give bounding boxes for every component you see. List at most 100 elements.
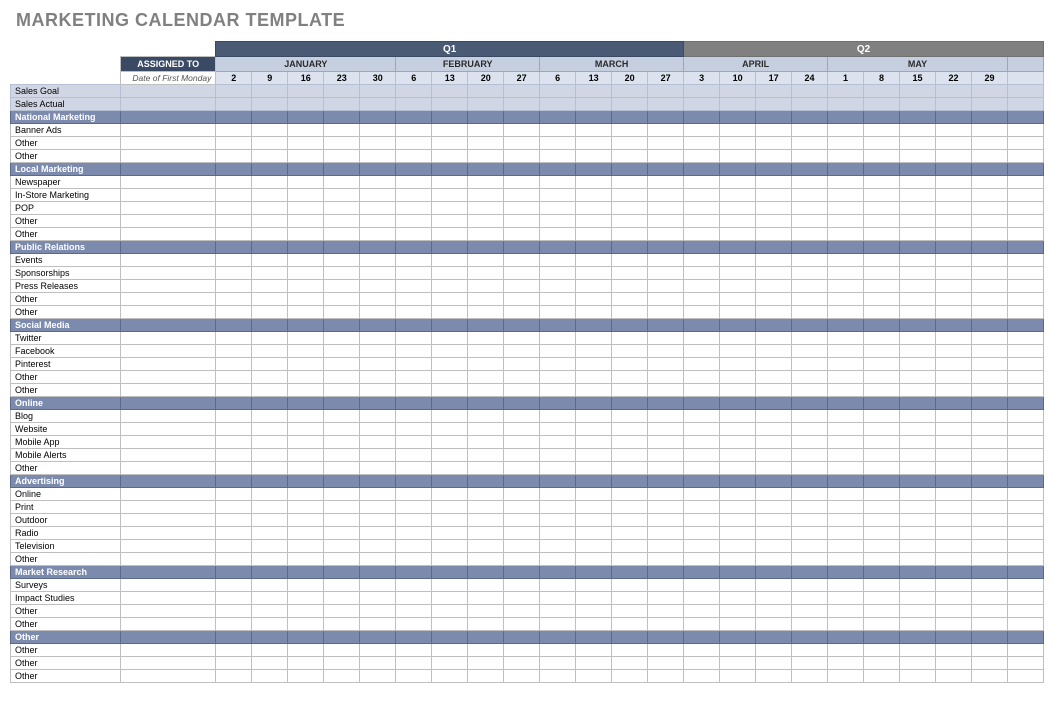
grid-cell[interactable] bbox=[1007, 228, 1043, 241]
grid-cell[interactable] bbox=[864, 579, 900, 592]
grid-cell[interactable] bbox=[684, 644, 720, 657]
grid-cell[interactable] bbox=[216, 566, 252, 579]
grid-cell[interactable] bbox=[756, 553, 792, 566]
grid-cell[interactable] bbox=[432, 163, 468, 176]
assigned-cell[interactable] bbox=[121, 618, 216, 631]
grid-cell[interactable] bbox=[828, 384, 864, 397]
grid-cell[interactable] bbox=[216, 358, 252, 371]
grid-cell[interactable] bbox=[468, 228, 504, 241]
grid-cell[interactable] bbox=[971, 618, 1007, 631]
grid-cell[interactable] bbox=[756, 592, 792, 605]
week-cell[interactable]: 20 bbox=[612, 72, 648, 85]
grid-cell[interactable] bbox=[540, 319, 576, 332]
grid-cell[interactable] bbox=[936, 280, 972, 293]
grid-cell[interactable] bbox=[576, 384, 612, 397]
grid-cell[interactable] bbox=[360, 605, 396, 618]
grid-cell[interactable] bbox=[936, 189, 972, 202]
grid-cell[interactable] bbox=[504, 176, 540, 189]
grid-cell[interactable] bbox=[828, 137, 864, 150]
grid-cell[interactable] bbox=[828, 176, 864, 189]
grid-cell[interactable] bbox=[828, 618, 864, 631]
grid-cell[interactable] bbox=[612, 254, 648, 267]
grid-cell[interactable] bbox=[900, 280, 936, 293]
grid-cell[interactable] bbox=[612, 605, 648, 618]
grid-cell[interactable] bbox=[864, 150, 900, 163]
grid-cell[interactable] bbox=[971, 98, 1007, 111]
grid-cell[interactable] bbox=[468, 618, 504, 631]
grid-cell[interactable] bbox=[936, 618, 972, 631]
grid-cell[interactable] bbox=[360, 501, 396, 514]
grid-cell[interactable] bbox=[900, 267, 936, 280]
grid-cell[interactable] bbox=[648, 410, 684, 423]
grid-cell[interactable] bbox=[468, 345, 504, 358]
grid-cell[interactable] bbox=[720, 462, 756, 475]
week-cell[interactable]: 2 bbox=[216, 72, 252, 85]
grid-cell[interactable] bbox=[828, 306, 864, 319]
grid-cell[interactable] bbox=[360, 527, 396, 540]
grid-cell[interactable] bbox=[540, 449, 576, 462]
grid-cell[interactable] bbox=[720, 98, 756, 111]
grid-cell[interactable] bbox=[648, 150, 684, 163]
grid-cell[interactable] bbox=[828, 553, 864, 566]
grid-cell[interactable] bbox=[324, 553, 360, 566]
grid-cell[interactable] bbox=[504, 228, 540, 241]
grid-cell[interactable] bbox=[360, 397, 396, 410]
grid-cell[interactable] bbox=[432, 241, 468, 254]
grid-cell[interactable] bbox=[504, 553, 540, 566]
grid-cell[interactable] bbox=[648, 137, 684, 150]
grid-cell[interactable] bbox=[612, 163, 648, 176]
grid-cell[interactable] bbox=[252, 605, 288, 618]
grid-cell[interactable] bbox=[432, 475, 468, 488]
grid-cell[interactable] bbox=[396, 540, 432, 553]
grid-cell[interactable] bbox=[720, 605, 756, 618]
grid-cell[interactable] bbox=[576, 475, 612, 488]
grid-cell[interactable] bbox=[252, 618, 288, 631]
grid-cell[interactable] bbox=[432, 371, 468, 384]
grid-cell[interactable] bbox=[756, 176, 792, 189]
grid-cell[interactable] bbox=[756, 345, 792, 358]
grid-cell[interactable] bbox=[756, 410, 792, 423]
grid-cell[interactable] bbox=[1007, 358, 1043, 371]
grid-cell[interactable] bbox=[396, 670, 432, 683]
grid-cell[interactable] bbox=[792, 384, 828, 397]
grid-cell[interactable] bbox=[936, 514, 972, 527]
grid-cell[interactable] bbox=[576, 631, 612, 644]
grid-cell[interactable] bbox=[828, 345, 864, 358]
grid-cell[interactable] bbox=[756, 462, 792, 475]
grid-cell[interactable] bbox=[288, 436, 324, 449]
grid-cell[interactable] bbox=[971, 319, 1007, 332]
grid-cell[interactable] bbox=[468, 358, 504, 371]
grid-cell[interactable] bbox=[720, 137, 756, 150]
grid-cell[interactable] bbox=[684, 592, 720, 605]
grid-cell[interactable] bbox=[936, 436, 972, 449]
grid-cell[interactable] bbox=[828, 111, 864, 124]
grid-cell[interactable] bbox=[540, 267, 576, 280]
grid-cell[interactable] bbox=[324, 436, 360, 449]
grid-cell[interactable] bbox=[540, 384, 576, 397]
grid-cell[interactable] bbox=[324, 137, 360, 150]
grid-cell[interactable] bbox=[720, 527, 756, 540]
grid-cell[interactable] bbox=[396, 592, 432, 605]
grid-cell[interactable] bbox=[971, 202, 1007, 215]
grid-cell[interactable] bbox=[756, 566, 792, 579]
grid-cell[interactable] bbox=[576, 111, 612, 124]
grid-cell[interactable] bbox=[648, 176, 684, 189]
grid-cell[interactable] bbox=[288, 176, 324, 189]
grid-cell[interactable] bbox=[1007, 605, 1043, 618]
grid-cell[interactable] bbox=[468, 137, 504, 150]
grid-cell[interactable] bbox=[288, 150, 324, 163]
grid-cell[interactable] bbox=[828, 475, 864, 488]
grid-cell[interactable] bbox=[252, 449, 288, 462]
grid-cell[interactable] bbox=[360, 423, 396, 436]
grid-cell[interactable] bbox=[504, 189, 540, 202]
grid-cell[interactable] bbox=[720, 163, 756, 176]
grid-cell[interactable] bbox=[612, 449, 648, 462]
week-cell[interactable]: 23 bbox=[324, 72, 360, 85]
row-label[interactable]: Other bbox=[11, 618, 121, 631]
grid-cell[interactable] bbox=[648, 332, 684, 345]
grid-cell[interactable] bbox=[612, 98, 648, 111]
grid-cell[interactable] bbox=[1007, 202, 1043, 215]
grid-cell[interactable] bbox=[432, 501, 468, 514]
grid-cell[interactable] bbox=[971, 592, 1007, 605]
grid-cell[interactable] bbox=[504, 566, 540, 579]
